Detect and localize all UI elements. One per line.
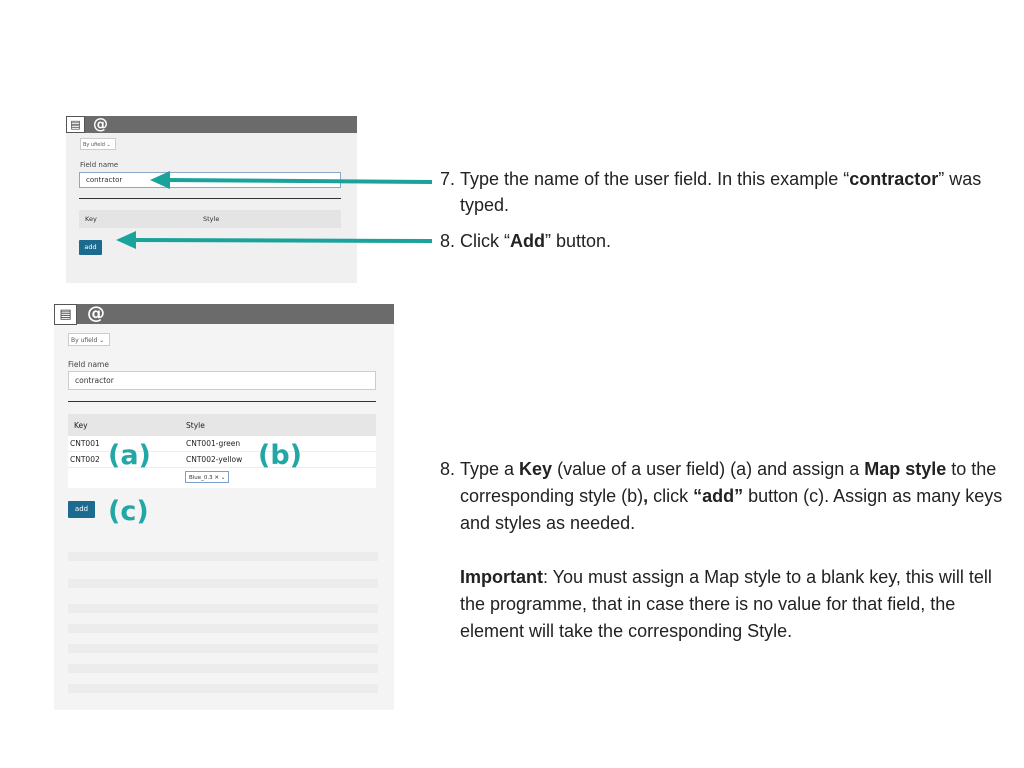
- step-number: 7.: [440, 169, 456, 189]
- bold-run: contractor: [849, 169, 939, 189]
- step-text: Click “Add” button.: [460, 228, 1010, 254]
- text-run: click: [648, 486, 694, 506]
- step-text: Type a Key (value of a user field) (a) a…: [460, 456, 1005, 537]
- important-label: Important: [460, 567, 543, 587]
- step-text: Type the name of the user field. In this…: [460, 166, 1010, 218]
- step-8-assign: 8. Type a Key (value of a user field) (a…: [440, 456, 1005, 645]
- step-7: 7. Type the name of the user field. In t…: [440, 166, 1010, 218]
- arrow-to-field-name: [150, 171, 433, 189]
- arrows: [116, 171, 433, 249]
- arrow-to-add-button: [116, 231, 433, 249]
- text-run: (value of a user field) (a) and assign a: [552, 459, 865, 479]
- bold-run: Map style: [864, 459, 947, 479]
- bold-run: Key: [519, 459, 553, 479]
- text-run: Type a: [460, 459, 520, 479]
- bold-run: “add”: [693, 486, 744, 506]
- step-number: 8.: [440, 231, 456, 251]
- important-note: Important: You must assign a Map style t…: [460, 564, 1005, 645]
- text-run: Click “: [460, 231, 510, 251]
- bold-run: Add: [510, 231, 545, 251]
- step-number: 8.: [440, 459, 456, 479]
- step-8-add: 8. Click “Add” button.: [440, 228, 1010, 254]
- text-run: Type the name of the user field. In this…: [460, 169, 850, 189]
- text-run: ” button.: [545, 231, 612, 251]
